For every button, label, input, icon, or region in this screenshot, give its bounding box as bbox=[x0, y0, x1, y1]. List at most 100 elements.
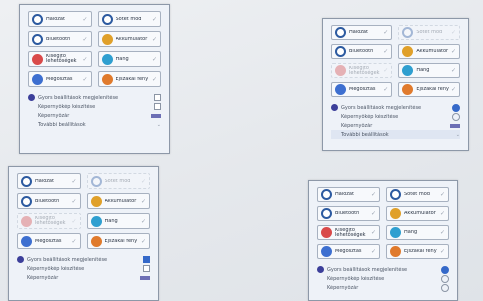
tile-battery[interactable]: Akkumulátor ✓ bbox=[97, 31, 161, 47]
tile-bluetooth[interactable]: Bluetooth ✓ bbox=[28, 31, 92, 47]
option-radio[interactable] bbox=[441, 283, 449, 292]
option-slider[interactable] bbox=[450, 123, 460, 128]
tile-moon[interactable]: Sötét mód ✓ bbox=[97, 11, 161, 27]
tile-battery[interactable]: Akkumulátor ✓ bbox=[398, 44, 460, 59]
check-icon[interactable]: ✓ bbox=[82, 16, 87, 23]
check-icon[interactable]: ✓ bbox=[71, 198, 76, 205]
option-row[interactable]: Képernyőkép készítése bbox=[28, 102, 161, 111]
option-radio[interactable] bbox=[441, 274, 449, 283]
check-icon[interactable]: ✓ bbox=[440, 191, 445, 198]
check-icon[interactable]: ✓ bbox=[383, 29, 388, 36]
tile-moon[interactable]: Sötét mód ✓ bbox=[386, 187, 449, 202]
tile-accessibility[interactable]: Kisegítő lehetőségek ✓ bbox=[317, 225, 380, 240]
check-icon[interactable]: ✓ bbox=[71, 218, 76, 225]
tile-moon[interactable]: Sötét mód ✓ bbox=[398, 25, 460, 40]
tile-night-light[interactable]: Éjszakai fény ✓ bbox=[97, 71, 161, 87]
tile-battery[interactable]: Akkumulátor ✓ bbox=[86, 193, 150, 209]
check-icon[interactable]: ✓ bbox=[141, 218, 146, 225]
check-icon[interactable]: ✓ bbox=[383, 48, 388, 55]
check-icon[interactable]: ✓ bbox=[152, 56, 157, 63]
tile-wifi[interactable]: Hálózat ✓ bbox=[317, 187, 380, 202]
check-icon[interactable]: ✓ bbox=[141, 198, 146, 205]
tile-volume[interactable]: Hang ✓ bbox=[86, 213, 150, 229]
option-radio[interactable] bbox=[452, 112, 460, 121]
tile-night-light[interactable]: Éjszakai fény ✓ bbox=[398, 82, 460, 97]
option-row[interactable]: Gyors beállítások megjelenítése bbox=[317, 265, 449, 274]
option-label: Képernyőzár bbox=[38, 112, 70, 119]
tile-share[interactable]: Megosztás ✓ bbox=[28, 71, 92, 87]
check-icon[interactable]: ✓ bbox=[440, 248, 445, 255]
check-icon[interactable]: ✓ bbox=[371, 191, 376, 198]
check-icon[interactable]: ✓ bbox=[141, 238, 146, 245]
check-icon[interactable]: ✓ bbox=[152, 76, 157, 83]
option-slider[interactable] bbox=[151, 113, 161, 118]
tile-bluetooth[interactable]: Bluetooth ✓ bbox=[17, 193, 81, 209]
check-icon[interactable]: ✓ bbox=[152, 16, 157, 23]
check-icon[interactable]: ✓ bbox=[141, 178, 146, 185]
option-checkbox[interactable] bbox=[154, 103, 161, 110]
chevron-down-icon[interactable]: ⌄ bbox=[157, 122, 161, 128]
option-checkbox[interactable] bbox=[143, 256, 150, 263]
check-icon[interactable]: ✓ bbox=[440, 229, 445, 236]
tile-battery[interactable]: Akkumulátor ✓ bbox=[386, 206, 449, 221]
tile-label: Akkumulátor bbox=[416, 49, 449, 54]
tile-accessibility[interactable]: Kisegítő lehetőségek ✓ bbox=[17, 213, 81, 229]
option-row[interactable]: Képernyőzár bbox=[331, 121, 460, 130]
tile-volume[interactable]: Hang ✓ bbox=[386, 225, 449, 240]
check-icon[interactable]: ✓ bbox=[71, 238, 76, 245]
option-row[interactable]: További beállítások ⌄ bbox=[28, 120, 161, 129]
tile-wifi[interactable]: Hálózat ✓ bbox=[28, 11, 92, 27]
option-row[interactable]: Képernyőzár bbox=[28, 111, 161, 120]
check-icon[interactable]: ✓ bbox=[383, 67, 388, 74]
check-icon[interactable]: ✓ bbox=[451, 48, 456, 55]
tile-bluetooth[interactable]: Bluetooth ✓ bbox=[331, 44, 393, 59]
tile-share[interactable]: Megosztás ✓ bbox=[317, 244, 380, 259]
tile-accessibility[interactable]: Kisegítő lehetőségek ✓ bbox=[28, 51, 92, 67]
check-icon[interactable]: ✓ bbox=[371, 229, 376, 236]
tile-moon[interactable]: Sötét mód ✓ bbox=[86, 173, 150, 189]
tile-accessibility[interactable]: Kisegítő lehetőségek ✓ bbox=[331, 63, 393, 78]
tile-label: Akkumulátor bbox=[115, 36, 148, 42]
tile-share[interactable]: Megosztás ✓ bbox=[17, 233, 81, 249]
tile-label: Hálózat bbox=[349, 30, 368, 35]
check-icon[interactable]: ✓ bbox=[451, 29, 456, 36]
tile-bluetooth[interactable]: Bluetooth ✓ bbox=[317, 206, 380, 221]
option-slider[interactable] bbox=[140, 275, 150, 280]
option-row[interactable]: Gyors beállítások megjelenítése bbox=[331, 103, 460, 112]
tile-share[interactable]: Megosztás ✓ bbox=[331, 82, 393, 97]
check-icon[interactable]: ✓ bbox=[82, 56, 87, 63]
accessibility-icon bbox=[321, 227, 332, 238]
option-row[interactable]: Gyors beállítások megjelenítése bbox=[17, 255, 150, 264]
tile-wifi[interactable]: Hálózat ✓ bbox=[17, 173, 81, 189]
option-row[interactable]: Képernyőkép készítése bbox=[317, 274, 449, 283]
check-icon[interactable]: ✓ bbox=[383, 86, 388, 93]
option-row[interactable]: Képernyőzár bbox=[317, 283, 449, 292]
check-icon[interactable]: ✓ bbox=[451, 67, 456, 74]
check-icon[interactable]: ✓ bbox=[440, 210, 445, 217]
tile-wifi[interactable]: Hálózat ✓ bbox=[331, 25, 393, 40]
option-checkbox[interactable] bbox=[154, 94, 161, 101]
option-radio[interactable] bbox=[452, 103, 460, 112]
chevron-down-icon[interactable]: ⌄ bbox=[456, 132, 460, 138]
check-icon[interactable]: ✓ bbox=[371, 210, 376, 217]
check-icon[interactable]: ✓ bbox=[82, 36, 87, 43]
option-row[interactable]: Gyors beállítások megjelenítése bbox=[28, 93, 161, 102]
tile-label: Kisegítő lehetőségek bbox=[335, 227, 366, 238]
check-icon[interactable]: ✓ bbox=[82, 76, 87, 83]
option-row[interactable]: Képernyőzár bbox=[17, 273, 150, 282]
tile-volume[interactable]: Hang ✓ bbox=[398, 63, 460, 78]
check-icon[interactable]: ✓ bbox=[371, 248, 376, 255]
tile-night-light[interactable]: Éjszakai fény ✓ bbox=[86, 233, 150, 249]
check-icon[interactable]: ✓ bbox=[451, 86, 456, 93]
option-row[interactable]: Képernyőkép készítése bbox=[331, 112, 460, 121]
option-row[interactable]: Képernyőkép készítése bbox=[17, 264, 150, 273]
tile-volume[interactable]: Hang ✓ bbox=[97, 51, 161, 67]
check-icon[interactable]: ✓ bbox=[152, 36, 157, 43]
option-checkbox[interactable] bbox=[143, 265, 150, 272]
tile-night-light[interactable]: Éjszakai fény ✓ bbox=[386, 244, 449, 259]
check-icon[interactable]: ✓ bbox=[71, 178, 76, 185]
option-row[interactable]: További beállítások ⌄ bbox=[331, 130, 460, 139]
bluetooth-icon bbox=[21, 195, 32, 207]
share-icon bbox=[32, 73, 43, 85]
option-radio[interactable] bbox=[441, 265, 449, 274]
